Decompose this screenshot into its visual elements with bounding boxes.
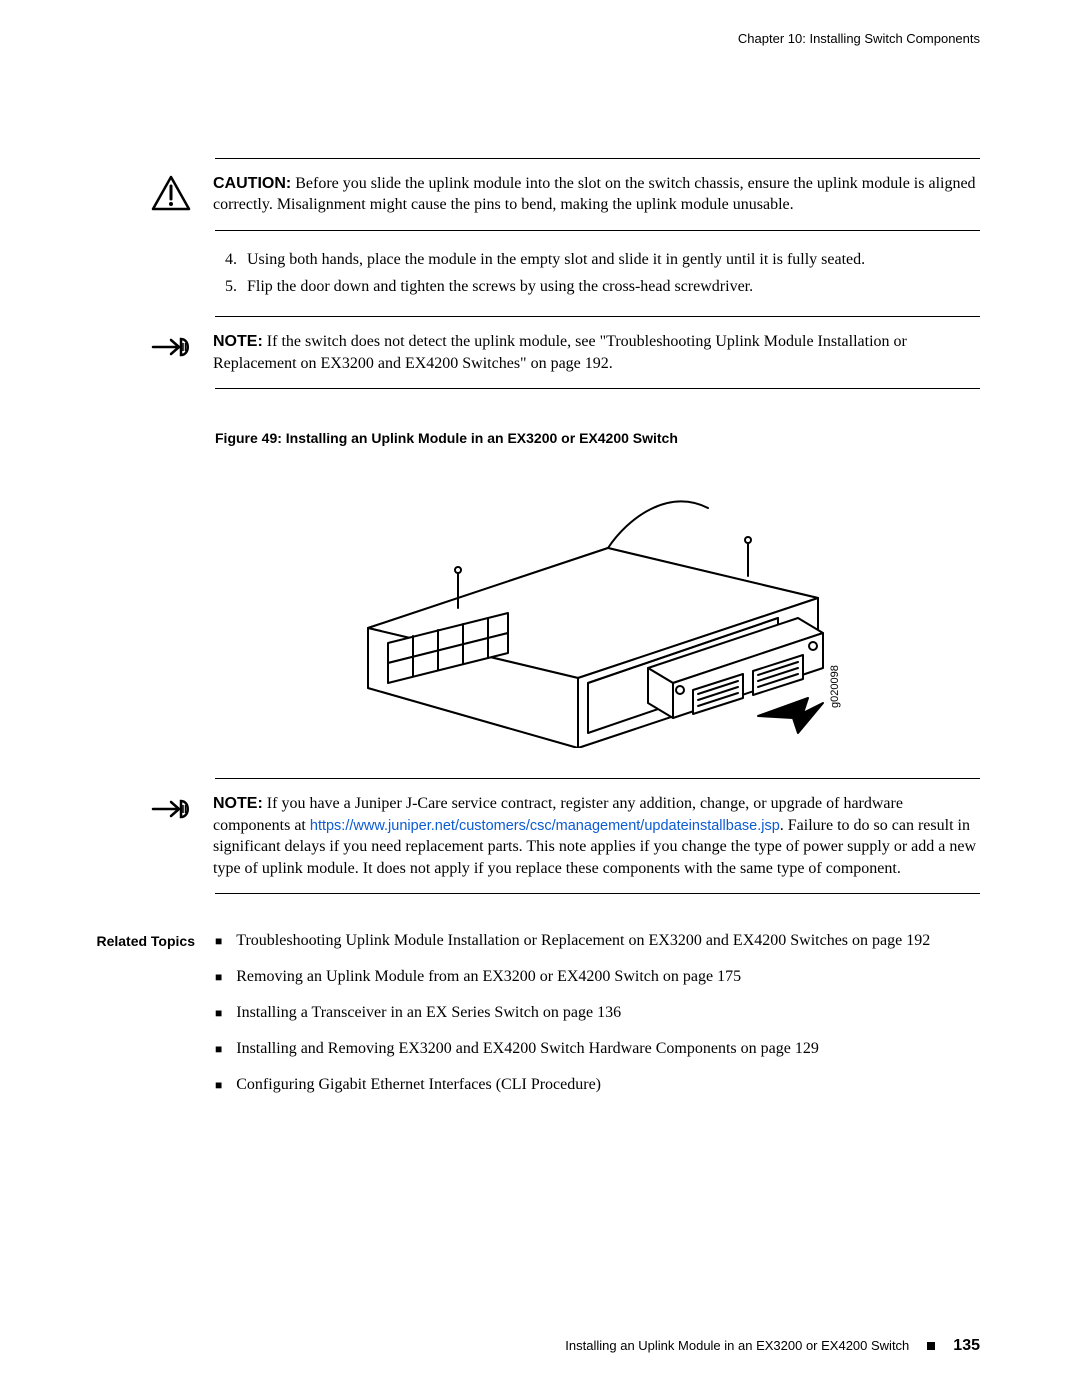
content-column: CAUTION: Before you slide the uplink mod… [215,158,980,1111]
related-topic-item: ■ Installing a Transceiver in an EX Seri… [215,1002,980,1024]
step-item: 5. Flip the door down and tighten the sc… [215,276,980,298]
rule [215,388,980,389]
caution-label: CAUTION: [213,175,291,192]
rule [215,230,980,231]
step-text: Using both hands, place the module in th… [247,249,980,271]
bullet-icon: ■ [215,930,222,952]
page: Chapter 10: Installing Switch Components… [0,0,1080,1397]
step-text: Flip the door down and tighten the screw… [247,276,980,298]
related-topic-text: Configuring Gigabit Ethernet Interfaces … [236,1074,601,1096]
note-label: NOTE: [213,333,263,350]
related-topic-item: ■ Installing and Removing EX3200 and EX4… [215,1038,980,1060]
step-number: 4. [215,249,237,271]
bullet-icon: ■ [215,1002,222,1024]
related-topic-item: ■ Removing an Uplink Module from an EX32… [215,966,980,988]
steps-list: 4. Using both hands, place the module in… [215,249,980,298]
caution-callout: CAUTION: Before you slide the uplink mod… [215,159,980,230]
footer-marker-icon [927,1342,935,1350]
related-topics: Related Topics ■ Troubleshooting Uplink … [215,930,980,1110]
note-callout: NOTE: If you have a Juniper J-Care servi… [215,779,980,893]
rule [215,893,980,894]
caution-icon [147,173,195,211]
note-text: If the switch does not detect the uplink… [213,333,907,372]
related-topic-text: Installing and Removing EX3200 and EX420… [236,1038,819,1060]
page-footer: Installing an Uplink Module in an EX3200… [100,1335,980,1357]
figure-id-label: g020098 [829,665,841,708]
caution-body: CAUTION: Before you slide the uplink mod… [213,173,980,216]
footer-title: Installing an Uplink Module in an EX3200… [565,1337,909,1355]
note-link[interactable]: https://www.juniper.net/customers/csc/ma… [310,818,780,834]
note-icon [147,331,195,363]
note-body: NOTE: If you have a Juniper J-Care servi… [213,793,980,879]
note-body: NOTE: If the switch does not detect the … [213,331,980,374]
related-topic-text: Installing a Transceiver in an EX Series… [236,1002,621,1024]
related-topic-text: Removing an Uplink Module from an EX3200… [236,966,741,988]
running-header: Chapter 10: Installing Switch Components [100,30,980,48]
related-topic-item: ■ Configuring Gigabit Ethernet Interface… [215,1074,980,1096]
bullet-icon: ■ [215,1074,222,1096]
related-topics-list: ■ Troubleshooting Uplink Module Installa… [215,930,980,1110]
figure: g020098 [215,458,980,748]
figure-caption: Figure 49: Installing an Uplink Module i… [215,429,980,448]
note-icon [147,793,195,825]
note-label: NOTE: [213,795,263,812]
bullet-icon: ■ [215,966,222,988]
related-topic-item: ■ Troubleshooting Uplink Module Installa… [215,930,980,952]
step-number: 5. [215,276,237,298]
figure-illustration: g020098 [348,458,848,748]
note-callout: NOTE: If the switch does not detect the … [215,317,980,388]
bullet-icon: ■ [215,1038,222,1060]
related-topic-text: Troubleshooting Uplink Module Installati… [236,930,930,952]
caution-text: Before you slide the uplink module into … [213,175,976,214]
page-number: 135 [953,1335,980,1357]
step-item: 4. Using both hands, place the module in… [215,249,980,271]
related-topics-label: Related Topics [75,930,195,1110]
